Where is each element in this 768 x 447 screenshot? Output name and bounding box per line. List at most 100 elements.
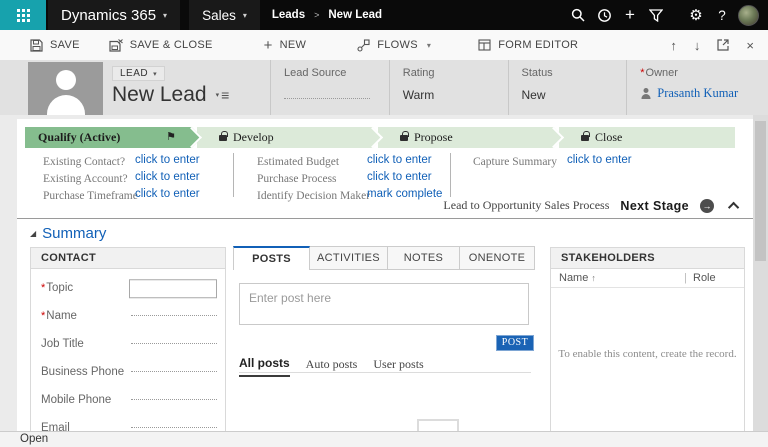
- entity-type-selector[interactable]: LEAD ▾: [112, 66, 165, 81]
- step-value-link[interactable]: click to enter: [135, 152, 200, 169]
- social-wall: POSTS ACTIVITIES NOTES ONENOTE POST All …: [233, 246, 535, 431]
- close-icon[interactable]: ×: [746, 38, 754, 53]
- entity-label: LEAD: [120, 68, 148, 79]
- waffle-icon: [17, 9, 30, 22]
- next-stage-arrow-icon[interactable]: →: [700, 199, 714, 213]
- status-value[interactable]: New: [522, 88, 627, 102]
- flows-button[interactable]: FLOWS ▾: [357, 39, 431, 52]
- collapse-process-chevron-icon[interactable]: [728, 201, 739, 212]
- summary-section-toggle[interactable]: ◢ Summary: [30, 225, 106, 242]
- lead-photo-placeholder[interactable]: [28, 62, 103, 115]
- tab-posts[interactable]: POSTS: [233, 246, 310, 270]
- flows-icon: [357, 39, 370, 52]
- filter-auto-posts[interactable]: Auto posts: [306, 357, 358, 377]
- dynamics-365-lead-form: Dynamics 365 ▾ Sales ▾ Leads > New Lead …: [0, 0, 768, 447]
- lock-icon: [581, 135, 589, 141]
- step-label: Purchase Timeframe: [43, 188, 138, 205]
- column-role[interactable]: Role: [693, 269, 716, 288]
- new-button[interactable]: + NEW: [264, 37, 307, 54]
- business-phone-value[interactable]: [131, 363, 217, 381]
- app-name-menu[interactable]: Dynamics 365 ▾: [48, 0, 180, 30]
- empty-value-dashes: [131, 427, 217, 428]
- stage-develop[interactable]: Develop: [197, 127, 373, 148]
- scrollbar-thumb[interactable]: [755, 121, 766, 261]
- app-launcher-button[interactable]: [0, 0, 46, 30]
- recent-clock-icon: [597, 8, 612, 23]
- column-divider: [233, 153, 234, 197]
- contact-section-header: CONTACT: [31, 248, 225, 269]
- mobile-phone-value[interactable]: [131, 391, 217, 409]
- popout-icon[interactable]: [717, 39, 729, 51]
- empty-value-dashes: [131, 399, 217, 400]
- post-input[interactable]: [240, 284, 528, 324]
- save-close-label: SAVE & CLOSE: [130, 39, 213, 51]
- step-value-link[interactable]: click to enter: [367, 152, 432, 169]
- tab-activities[interactable]: ACTIVITIES: [310, 246, 388, 270]
- column-divider: |: [684, 269, 687, 288]
- topic-input[interactable]: [129, 279, 217, 298]
- topbar-actions: + ⚙ ?: [565, 0, 768, 30]
- lead-source-value[interactable]: [284, 91, 389, 105]
- vertical-scrollbar[interactable]: [753, 115, 768, 431]
- step-label: Identify Decision Maker: [257, 188, 370, 205]
- breadcrumb: Leads > New Lead: [272, 0, 382, 30]
- tab-onenote[interactable]: ONENOTE: [460, 246, 535, 270]
- form-selector-button[interactable]: ▾ ≡: [216, 90, 230, 100]
- step-value-link[interactable]: click to enter: [567, 152, 632, 169]
- stage-label: Close: [595, 130, 622, 145]
- owner-link[interactable]: Prasanth Kumar: [657, 86, 738, 101]
- form-editor-button[interactable]: FORM EDITOR: [478, 39, 578, 51]
- move-down-icon[interactable]: ↓: [694, 38, 701, 53]
- filter-all-posts[interactable]: All posts: [239, 356, 290, 377]
- breadcrumb-leads[interactable]: Leads: [272, 9, 305, 21]
- summary-section-title: Summary: [42, 225, 106, 242]
- chevron-down-icon: ▾: [163, 11, 167, 20]
- save-button[interactable]: SAVE: [30, 39, 80, 52]
- quick-create-button[interactable]: +: [617, 0, 643, 30]
- recently-viewed-button[interactable]: [591, 0, 617, 30]
- column-name[interactable]: Name↑: [559, 269, 596, 288]
- step-value-link[interactable]: click to enter: [367, 169, 432, 186]
- settings-button[interactable]: ⚙: [683, 0, 709, 30]
- owner-value[interactable]: Prasanth Kumar: [640, 86, 745, 101]
- tab-notes[interactable]: NOTES: [388, 246, 460, 270]
- user-avatar[interactable]: [738, 5, 759, 26]
- header-fields: Lead Source Rating Warm Status New *Owne…: [270, 60, 745, 115]
- plus-icon: +: [625, 5, 635, 25]
- move-up-icon[interactable]: ↑: [670, 38, 677, 53]
- help-icon: ?: [718, 8, 726, 23]
- filter-user-posts[interactable]: User posts: [373, 357, 423, 377]
- field-label: Business Phone: [41, 366, 124, 378]
- save-and-close-button[interactable]: SAVE & CLOSE: [109, 39, 213, 52]
- chevron-down-icon: ▾: [153, 70, 157, 78]
- search-button[interactable]: [565, 0, 591, 30]
- advanced-find-button[interactable]: [643, 0, 669, 30]
- field-row-mobile-phone: Mobile Phone: [31, 386, 225, 414]
- save-icon: [30, 39, 43, 52]
- stage-propose[interactable]: Propose: [378, 127, 554, 148]
- stage-label: Propose: [414, 130, 453, 145]
- area-switcher-menu[interactable]: Sales ▾: [189, 0, 260, 30]
- post-button[interactable]: POST: [496, 335, 534, 351]
- required-marker: *: [640, 67, 644, 79]
- step-value-link[interactable]: click to enter: [135, 186, 200, 203]
- header-field-owner: *Owner Prasanth Kumar: [626, 60, 745, 115]
- flows-label: FLOWS: [377, 39, 418, 51]
- header-field-rating: Rating Warm: [389, 60, 508, 115]
- search-icon: [571, 8, 585, 22]
- step-value-link[interactable]: mark complete: [367, 186, 442, 203]
- empty-value-dashes: [284, 98, 370, 99]
- stage-qualify[interactable]: Qualify (Active) ⚑: [25, 127, 192, 148]
- stage-close[interactable]: Close: [559, 127, 735, 148]
- breadcrumb-new-lead[interactable]: New Lead: [328, 9, 382, 21]
- job-title-value[interactable]: [131, 335, 217, 353]
- next-stage-button[interactable]: Next Stage: [620, 199, 689, 213]
- field-label: Job Title: [41, 338, 84, 350]
- field-label: Status: [522, 67, 627, 79]
- rating-value[interactable]: Warm: [403, 88, 508, 102]
- help-button[interactable]: ?: [709, 0, 735, 30]
- chevron-down-icon: ▾: [243, 11, 247, 20]
- step-value-link[interactable]: click to enter: [135, 169, 200, 186]
- post-composer: [239, 283, 529, 325]
- name-value[interactable]: [131, 307, 217, 325]
